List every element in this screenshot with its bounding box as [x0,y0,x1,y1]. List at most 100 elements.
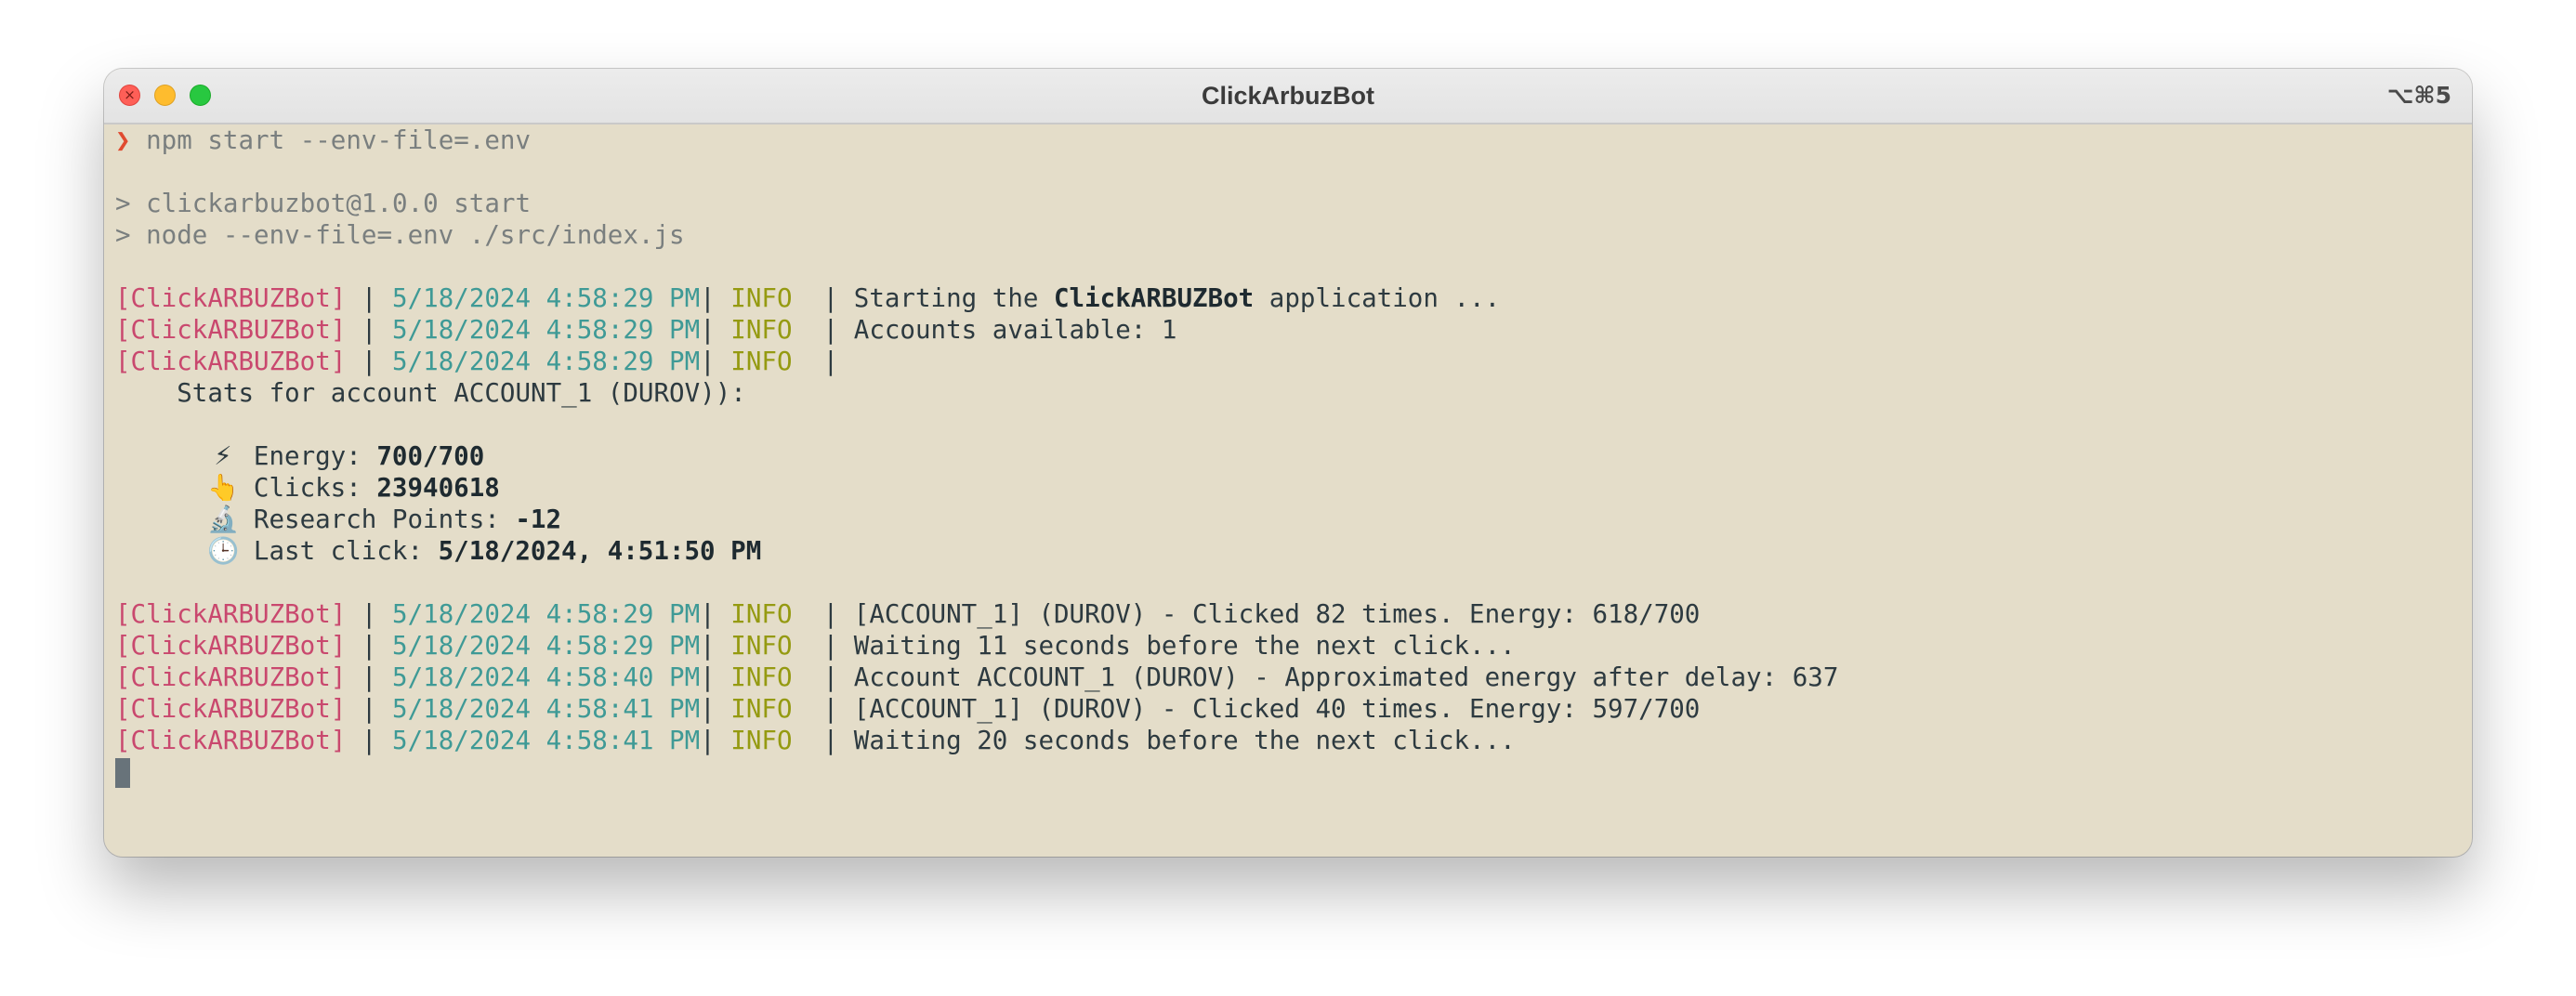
log-level: INFO [730,726,793,755]
stats-row: 🕒 Last click: 5/18/2024, 4:51:50 PM [115,535,2461,567]
log-separator: | [346,315,393,345]
log-separator: | [346,694,393,724]
log-line: [ClickARBUZBot] | 5/18/2024 4:58:29 PM| … [115,282,2461,314]
log-level: INFO [730,631,793,661]
cursor-line [115,756,2461,788]
stats-value: 23940618 [376,473,500,503]
stats-title: Stats for account ACCOUNT_1 (DUROV)): [115,378,746,408]
log-separator: | [346,662,393,692]
stats-row: 🔬 Research Points: -12 [115,504,2461,535]
stats-label: Last click: [238,536,439,566]
log-separator: | [346,599,393,629]
log-line: [ClickARBUZBot] | 5/18/2024 4:58:29 PM| … [115,314,2461,346]
log-separator: | [792,283,854,313]
log-timestamp: 5/18/2024 4:58:29 PM [392,315,701,345]
terminal-output[interactable]: ❯ npm start --env-file=.env > clickarbuz… [115,124,2461,857]
log-level: INFO [730,599,793,629]
log-tag: [ClickARBUZBot] [115,315,347,345]
log-message: [ACCOUNT_1] (DUROV) - Clicked 40 times. … [853,694,1701,724]
microscope-icon: 🔬 [207,505,240,534]
log-message: [ACCOUNT_1] (DUROV) - Clicked 82 times. … [853,599,1701,629]
log-separator: | [346,726,393,755]
stats-label: Energy: [238,441,377,471]
log-timestamp: 5/18/2024 4:58:41 PM [392,694,701,724]
log-separator: | [792,631,854,661]
log-level: INFO [730,283,793,313]
log-block-bottom: [ClickARBUZBot] | 5/18/2024 4:58:29 PM| … [115,598,2461,756]
log-timestamp: 5/18/2024 4:58:29 PM [392,631,701,661]
terminal-cursor [115,758,130,788]
log-separator: | [700,599,731,629]
log-level: INFO [730,694,793,724]
log-message: application ... [1254,283,1501,313]
log-separator: | [700,347,731,376]
log-timestamp: 5/18/2024 4:58:40 PM [392,662,701,692]
prompt-icon: ❯ [115,125,131,155]
stats-label: Research Points: [238,505,516,534]
log-tag: [ClickARBUZBot] [115,347,347,376]
log-line: [ClickARBUZBot] | 5/18/2024 4:58:29 PM| … [115,346,2461,377]
window-shortcut: ⌥⌘5 [2386,82,2451,109]
log-block-top: [ClickARBUZBot] | 5/18/2024 4:58:29 PM| … [115,282,2461,377]
title-bar[interactable]: × ClickArbuzBot ⌥⌘5 [104,69,2472,124]
stats-list: ⚡ Energy: 700/700 👆 Clicks: 23940618 🔬 R… [115,440,2461,567]
log-separator: | [792,694,854,724]
log-tag: [ClickARBUZBot] [115,726,347,755]
log-separator: | [700,726,731,755]
log-level: INFO [730,662,793,692]
log-line: [ClickARBUZBot] | 5/18/2024 4:58:41 PM| … [115,693,2461,725]
stats-row: 👆 Clicks: 23940618 [115,472,2461,504]
log-message: Starting the [853,283,1054,313]
log-level: INFO [730,315,793,345]
log-separator: | [700,631,731,661]
window-title: ClickArbuzBot [1201,82,1374,110]
log-separator: | [792,599,854,629]
log-message-bold: ClickARBUZBot [1054,283,1255,313]
log-separator: | [700,694,731,724]
log-tag: [ClickARBUZBot] [115,599,347,629]
stats-label: Clicks: [238,473,377,503]
log-separator: | [700,283,731,313]
stats-value: 700/700 [376,441,485,471]
command-line: ❯ npm start --env-file=.env [115,124,2461,156]
log-message: Waiting 11 seconds before the next click… [853,631,1516,661]
log-separator: | [346,347,393,376]
clock-icon: 🕒 [207,536,240,566]
log-line: [ClickARBUZBot] | 5/18/2024 4:58:29 PM| … [115,598,2461,630]
log-separator: | [792,347,854,376]
log-timestamp: 5/18/2024 4:58:41 PM [392,726,701,755]
log-separator: | [700,315,731,345]
log-separator: | [346,283,393,313]
log-message: Accounts available: 1 [853,315,1177,345]
log-separator: | [792,315,854,345]
log-message: Account ACCOUNT_1 (DUROV) - Approximated… [853,662,1839,692]
log-message: Waiting 20 seconds before the next click… [853,726,1516,755]
log-timestamp: 5/18/2024 4:58:29 PM [392,599,701,629]
log-timestamp: 5/18/2024 4:58:29 PM [392,283,701,313]
command-text: npm start --env-file=.env [146,125,532,155]
log-separator: | [346,631,393,661]
log-tag: [ClickARBUZBot] [115,694,347,724]
stats-row: ⚡ Energy: 700/700 [115,440,2461,472]
log-separator: | [700,662,731,692]
log-tag: [ClickARBUZBot] [115,283,347,313]
log-line: [ClickARBUZBot] | 5/18/2024 4:58:41 PM| … [115,725,2461,756]
log-tag: [ClickARBUZBot] [115,631,347,661]
script-header-line: > node --env-file=.env ./src/index.js [115,220,685,250]
log-separator: | [792,662,854,692]
stats-value: -12 [515,505,562,534]
log-timestamp: 5/18/2024 4:58:29 PM [392,347,701,376]
stats-value: 5/18/2024, 4:51:50 PM [438,536,762,566]
log-tag: [ClickARBUZBot] [115,662,347,692]
lightning-icon: ⚡ [214,441,232,471]
log-separator: | [792,726,854,755]
pointing-hand-icon: 👆 [207,473,240,503]
